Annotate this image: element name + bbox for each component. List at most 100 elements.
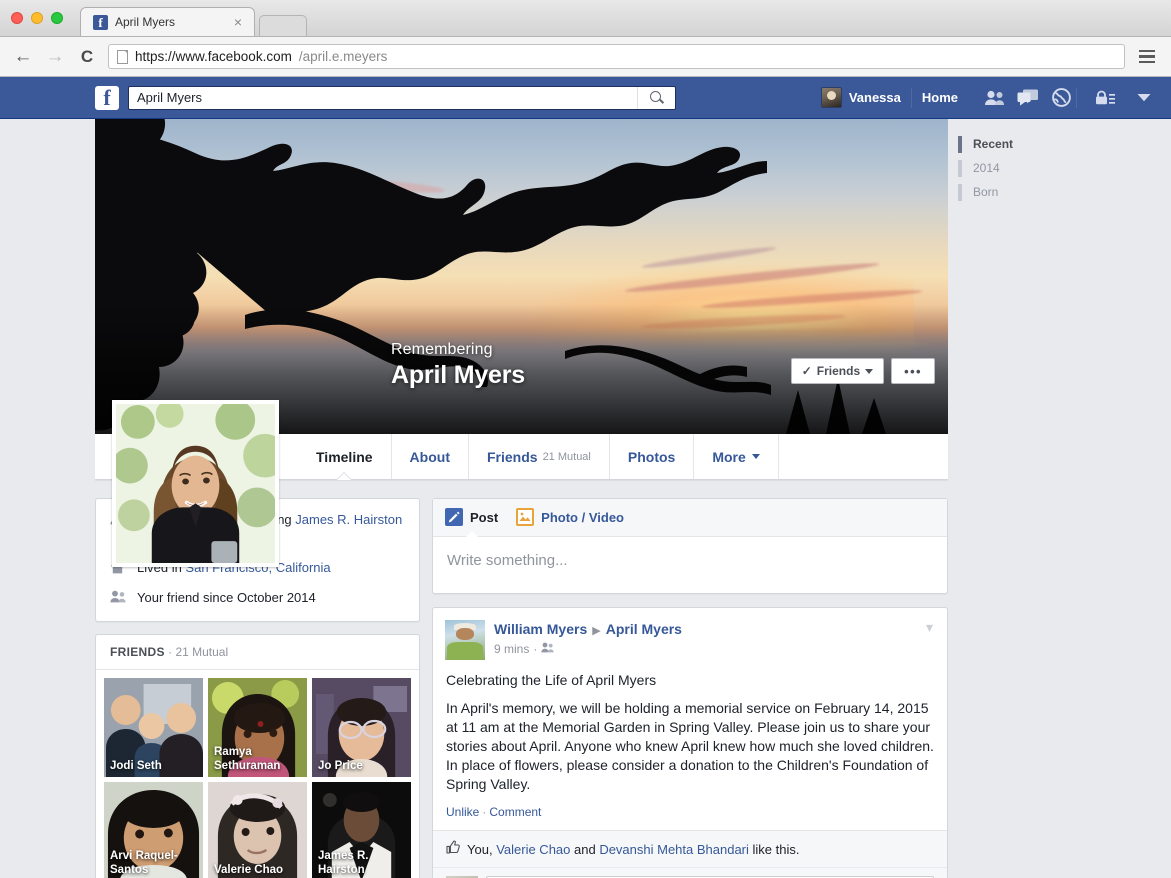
composer-card: Post Photo / Video Write something... [432, 498, 948, 594]
friend-requests-icon[interactable] [980, 85, 1010, 111]
friend-tile[interactable]: Valerie Chao [208, 782, 307, 878]
post-actions: Unlike · Comment [433, 803, 947, 830]
intro-friend-link-1[interactable]: James R. Hairston [295, 512, 402, 527]
friend-tile[interactable]: James R. Hairston [312, 782, 411, 878]
tab-more[interactable]: More [694, 434, 779, 479]
browser-toolbar: ← → C https://www.facebook.com/april.e.m… [0, 37, 1171, 77]
search-button[interactable] [637, 86, 675, 109]
browser-menu-icon[interactable] [1135, 46, 1159, 68]
friend-name: Valerie Chao [214, 864, 284, 876]
tab-about[interactable]: About [392, 434, 469, 479]
tab-friends[interactable]: Friends 21 Mutual [469, 434, 610, 479]
window-traffic-lights [11, 12, 63, 24]
post-audience-friends-icon[interactable] [541, 642, 555, 656]
facebook-search[interactable] [128, 85, 676, 110]
friends-card-title[interactable]: FRIENDS [110, 645, 165, 659]
post-header: William Myers ▶ April Myers 9 mins · ▾ [433, 608, 947, 660]
cover-photo[interactable]: Remembering April Myers ✓ Friends ••• [95, 119, 948, 434]
nav-home-link[interactable]: Home [912, 90, 968, 105]
intro-row-friend-since: Your friend since October 2014 [110, 589, 405, 607]
timeline-nav-2014[interactable]: 2014 [958, 156, 1171, 180]
composer-tab-post[interactable]: Post [445, 508, 498, 527]
timeline-year-nav: Recent 2014 Born [948, 119, 1171, 878]
timeline-nav-born[interactable]: Born [958, 180, 1171, 204]
likes-you: You, [467, 841, 493, 857]
post-action-separator: · [482, 805, 487, 819]
friend-tile[interactable]: Jodi Seth [104, 678, 203, 777]
post-body: Celebrating the Life of April Myers In A… [433, 660, 947, 794]
profile-photo[interactable] [112, 400, 279, 567]
more-options-button[interactable]: ••• [891, 358, 935, 384]
url-path: /april.e.meyers [298, 49, 388, 64]
friends-card-mutual-count: · 21 Mutual [164, 645, 229, 659]
friend-tile[interactable]: Arvi Raquel-Santos [104, 782, 203, 878]
composer-input[interactable]: Write something... [433, 537, 947, 593]
account-caret-icon[interactable] [1129, 85, 1159, 111]
post-target-name[interactable]: April Myers [606, 621, 682, 637]
new-tab-button[interactable] [259, 15, 307, 36]
friend-tile[interactable]: Jo Price [312, 678, 411, 777]
facebook-navbar: f Vanessa Home [0, 77, 1171, 119]
avatar [820, 87, 842, 108]
browser-tabstrip: f April Myers × [80, 0, 307, 36]
tab-timeline-label: Timeline [316, 448, 373, 465]
post-meta-separator: · [533, 642, 538, 656]
nav-profile-link[interactable]: Vanessa [811, 85, 911, 111]
address-bar[interactable]: https://www.facebook.com/april.e.meyers [108, 44, 1125, 69]
close-window-button[interactable] [11, 12, 23, 24]
post-options-chevron-icon[interactable]: ▾ [926, 620, 933, 634]
composer-tab-photo-video[interactable]: Photo / Video [516, 508, 624, 527]
search-icon [650, 91, 663, 104]
likes-name-2[interactable]: Devanshi Mehta Bhandari [599, 842, 749, 857]
forward-icon[interactable]: → [44, 46, 66, 68]
composer-photo-label: Photo / Video [541, 509, 624, 525]
post-meta: 9 mins · [494, 642, 682, 656]
timeline-nav-marker [958, 159, 962, 177]
facebook-logo-icon[interactable]: f [95, 85, 119, 110]
friends-button-label: Friends [816, 364, 861, 378]
thumbs-up-icon [446, 840, 460, 858]
chevron-down-icon [865, 368, 874, 374]
close-tab-icon[interactable]: × [232, 15, 244, 29]
nav-divider-2 [1076, 87, 1077, 108]
unlike-link[interactable]: Unlike [446, 805, 479, 819]
timeline-nav-label: Recent [973, 137, 1014, 151]
friend-tile[interactable]: Ramya Sethuraman [208, 678, 307, 777]
timeline-nav-marker [958, 183, 962, 201]
tab-friends-mutual-count: 21 Mutual [542, 450, 591, 463]
notifications-globe-icon[interactable] [1046, 85, 1076, 111]
page-title: April Myers [391, 361, 525, 389]
tab-more-label: More [712, 448, 746, 465]
minimize-window-button[interactable] [31, 12, 43, 24]
post-timestamp[interactable]: 9 mins [494, 642, 529, 656]
comment-link[interactable]: Comment [489, 805, 541, 819]
comment-composer-row: Write a comment... [433, 867, 947, 878]
tab-friends-label: Friends [486, 448, 538, 465]
friends-card: FRIENDS · 21 Mutual Jodi Seth Ramya Seth… [95, 634, 420, 878]
friends-button[interactable]: ✓ Friends [790, 358, 885, 384]
maximize-window-button[interactable] [51, 12, 63, 24]
privacy-lock-icon[interactable] [1090, 85, 1120, 111]
friend-name: Ramya Sethuraman [214, 746, 281, 772]
likes-and: and [570, 841, 600, 857]
navbar-icon-group [980, 85, 1076, 111]
facebook-favicon: f [93, 14, 108, 30]
search-input[interactable] [129, 86, 637, 109]
likes-name-1[interactable]: Valerie Chao [496, 842, 570, 857]
post-author-avatar[interactable] [445, 620, 485, 660]
timeline-nav-recent[interactable]: Recent [958, 132, 1171, 156]
friend-name: James R. Hairston [318, 850, 369, 876]
navbar-account-group [1090, 85, 1159, 111]
tab-photos[interactable]: Photos [610, 434, 695, 479]
messages-icon[interactable] [1013, 85, 1043, 111]
post-title: Celebrating the Life of April Myers [446, 672, 657, 688]
friends-grid: Jodi Seth Ramya Sethuraman Jo Price Arvi… [96, 670, 419, 878]
post-author-name[interactable]: William Myers [494, 621, 587, 637]
profile-main-column: Remembering April Myers ✓ Friends ••• Ti… [0, 119, 948, 878]
browser-tab[interactable]: f April Myers × [80, 7, 255, 36]
tab-timeline[interactable]: Timeline [298, 434, 392, 479]
post-likes-row: You, Valerie Chao and Devanshi Mehta Bha… [433, 830, 947, 867]
back-icon[interactable]: ← [12, 46, 34, 68]
reload-icon[interactable]: C [76, 46, 98, 68]
check-icon: ✓ [801, 364, 812, 378]
